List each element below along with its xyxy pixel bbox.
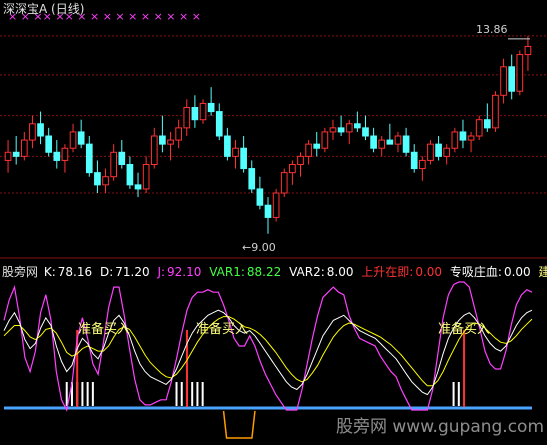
k-legend: K: 78.16 xyxy=(43,265,93,279)
stock-chart-window: { "title": "深深宝A (日线)", "price_panel": {… xyxy=(0,0,547,445)
candle-up xyxy=(443,147,451,157)
candle-down xyxy=(248,168,256,190)
indicator-header: 股旁网 K: 78.16 D: 71.20 J: 92.10 VAR1: 88.22 V… xyxy=(2,263,547,279)
buy-signal-label: 准备买入 xyxy=(196,322,249,337)
candle-down xyxy=(207,102,215,113)
candle-down xyxy=(118,151,126,166)
candle-down xyxy=(126,164,134,186)
bottom-marker-bar xyxy=(452,382,455,406)
candle-up xyxy=(183,107,191,129)
candle-up xyxy=(329,127,337,133)
bottom-marker-bar xyxy=(180,382,183,406)
candle-down xyxy=(459,131,467,141)
candle-down xyxy=(256,188,264,206)
candle-down xyxy=(483,119,491,129)
candle-up xyxy=(29,123,36,141)
candle-up xyxy=(69,131,77,149)
candle-up xyxy=(280,172,288,194)
watermark: 股旁网 www.gupang.com xyxy=(336,417,545,437)
candle-up xyxy=(524,45,532,56)
candle-down xyxy=(94,172,101,186)
rise-legend: 上升在即: 0.00 xyxy=(361,265,443,279)
candle-up xyxy=(289,164,296,174)
candle-up xyxy=(451,131,459,149)
candle-down xyxy=(45,135,53,153)
candle-up xyxy=(297,155,304,166)
low-price-label: ←9.00 xyxy=(242,241,276,255)
var1-legend: VAR1: 88.22 xyxy=(209,265,282,279)
candle-down xyxy=(224,135,231,157)
chart-canvas[interactable]: × × ×× ×× × × × × × × × × × × xyxy=(0,0,547,445)
candle-up xyxy=(4,151,12,161)
candle-down xyxy=(508,66,516,92)
candle-down xyxy=(12,151,20,157)
var2-legend: VAR2: 8.00 xyxy=(289,265,354,279)
candle-up xyxy=(272,192,280,218)
candle-down xyxy=(240,147,247,170)
candle-up xyxy=(516,54,524,92)
bottom-marker-bar xyxy=(201,382,204,406)
d-legend: D: 71.20 xyxy=(99,265,150,279)
candle-down xyxy=(370,135,377,149)
candle-up xyxy=(102,176,109,186)
candle-down xyxy=(386,139,394,145)
candle-down xyxy=(77,131,85,145)
bottom-marker-bar xyxy=(86,382,89,406)
candle-up xyxy=(142,164,150,190)
candle-up xyxy=(492,94,499,129)
bottom-marker-bar xyxy=(457,382,460,406)
candle-up xyxy=(232,147,239,157)
buy-signal-label: 准备买入 xyxy=(78,322,131,337)
bottom-marker-bar xyxy=(196,382,199,406)
candle-down xyxy=(313,143,321,149)
candle-down xyxy=(264,204,272,218)
candle-up xyxy=(345,123,353,133)
candle-up xyxy=(167,139,174,145)
candle-up xyxy=(418,159,426,170)
candle-down xyxy=(362,127,369,137)
candle-down xyxy=(159,135,166,145)
candle-down xyxy=(37,123,44,137)
candle-up xyxy=(467,135,475,141)
candle-down xyxy=(85,143,93,174)
bottom-marker-bar xyxy=(175,382,178,406)
candle-down xyxy=(402,135,410,153)
candle-up xyxy=(475,119,483,137)
bottom-marker-bar xyxy=(81,382,84,406)
candle-down xyxy=(191,107,199,121)
window-title: 深深宝A (日线) xyxy=(3,2,85,16)
candle-up xyxy=(110,151,118,178)
candle-up xyxy=(427,143,434,161)
candle-up xyxy=(175,127,182,141)
candle-up xyxy=(500,66,507,96)
candle-up xyxy=(150,135,158,165)
high-price-label: 13.86 xyxy=(476,23,508,36)
indicator-name[interactable]: 股旁网 xyxy=(2,265,38,279)
bottom-marker-bar xyxy=(65,382,68,406)
bottom-marker-bar xyxy=(191,382,194,406)
candle-down xyxy=(354,123,361,129)
candle-down xyxy=(435,143,442,157)
build-legend: 建仓[ xyxy=(538,265,547,279)
candle-up xyxy=(321,131,329,149)
candle-down xyxy=(53,151,61,161)
candle-down xyxy=(337,127,345,133)
candle-up xyxy=(378,139,386,149)
candle-up xyxy=(394,135,402,145)
buy-signal-label: 准备买入 xyxy=(438,322,491,337)
low-price-value: 9.00 xyxy=(251,241,276,254)
absorb-legend: 专吸庄血: 0.00 xyxy=(449,265,531,279)
arrow-left-icon: ← xyxy=(242,241,252,254)
dip-line xyxy=(222,410,256,439)
candle-up xyxy=(305,143,312,157)
candle-down xyxy=(134,184,142,190)
candle-down xyxy=(215,111,223,137)
j-legend: J: 92.10 xyxy=(157,265,202,279)
candle-down xyxy=(410,151,418,170)
candle-up xyxy=(61,147,69,161)
candle-up xyxy=(199,102,207,121)
candle-up xyxy=(20,139,28,157)
bottom-marker-bar xyxy=(91,382,94,406)
